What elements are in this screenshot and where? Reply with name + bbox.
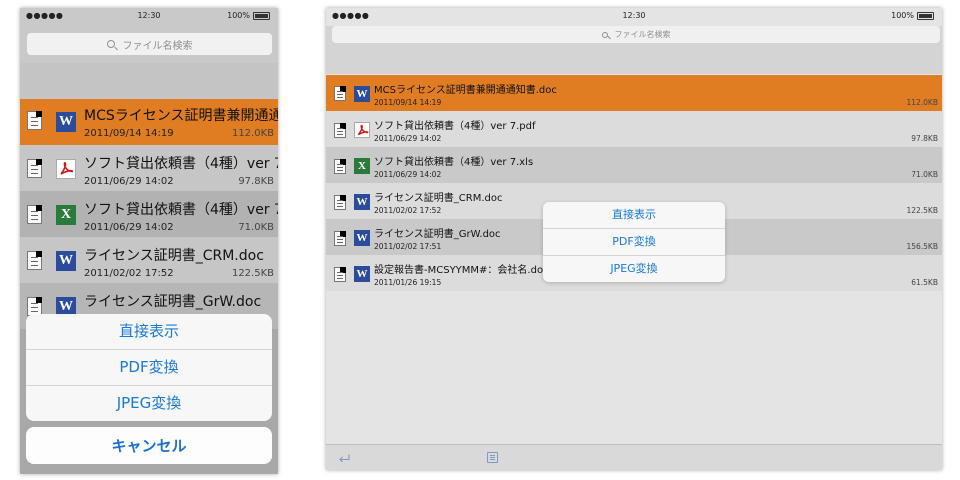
file-size: 97.8KB (911, 134, 938, 143)
battery-percent: 100% (891, 11, 914, 20)
file-date: 2011/02/02 17:52 (374, 206, 442, 215)
file-name: ライセンス証明書_GrW.doc (84, 294, 262, 310)
tablet-screen: ●●●●● 12:30 100% ファイル名検索 W MCSライセンス証明書兼開… (326, 8, 942, 470)
file-name: ソフト貸出依頼書（4種）ver 7.xls (374, 157, 534, 168)
battery-icon (917, 11, 934, 20)
file-size: 122.5KB (231, 268, 274, 279)
direct-view-button[interactable]: 直接表示 (26, 314, 272, 349)
file-date: 2011/06/29 14:02 (84, 222, 174, 233)
list-view-icon[interactable] (487, 452, 498, 463)
file-date: 2011/06/29 14:02 (374, 134, 442, 143)
pdf-file-icon (56, 159, 76, 179)
excel-file-icon: X (56, 205, 76, 225)
word-file-icon: W (354, 86, 370, 102)
file-name: MCSライセンス証明書兼開通通 (84, 108, 278, 124)
file-name: ソフト貸出依頼書（4種）ver 7.: (84, 202, 278, 218)
file-date: 2011/09/14 14:19 (84, 128, 174, 139)
list-item[interactable]: W MCSライセンス証明書兼開通通 2011/09/14 14:19 112.0… (20, 99, 278, 145)
file-name: 設定報告書-MCSYYMM#：会社名.doc (374, 265, 549, 276)
file-size: 97.8KB (238, 176, 274, 187)
file-size: 71.0KB (238, 222, 274, 233)
phone-status-bar: ●●●●● 12:30 100% (20, 8, 278, 26)
phone-screen: ●●●●● 12:30 100% ファイル名検索 W MCSライセンス証明書兼開… (20, 8, 278, 474)
file-date: 2011/02/02 17:52 (84, 268, 174, 279)
list-item[interactable]: W MCSライセンス証明書兼開通通知書.doc 2011/09/14 14:19… (326, 75, 942, 111)
pdf-file-icon (354, 122, 370, 138)
battery-icon (253, 11, 270, 20)
status-time: 12:30 (622, 11, 646, 20)
document-icon (334, 267, 346, 282)
back-arrow-icon[interactable] (338, 453, 350, 462)
file-name: ライセンス証明書_CRM.doc (374, 193, 503, 204)
list-item[interactable]: ソフト貸出依頼書（4種）ver 7.p 2011/06/29 14:02 97.… (20, 145, 278, 191)
search-icon (106, 40, 115, 48)
tablet-list-background (326, 291, 942, 444)
list-item[interactable]: W ライセンス証明書_CRM.doc 2011/02/02 17:52 122.… (20, 237, 278, 283)
phone-search-input[interactable]: ファイル名検索 (27, 33, 272, 55)
search-placeholder: ファイル名検索 (122, 40, 193, 52)
file-date: 2011/09/14 14:19 (374, 98, 442, 107)
file-size: 61.5KB (911, 278, 938, 287)
excel-file-icon: X (354, 158, 370, 174)
file-size: 71.0KB (911, 170, 938, 179)
pdf-convert-button[interactable]: PDF変換 (26, 350, 272, 385)
pdf-convert-button[interactable]: PDF変換 (543, 229, 725, 255)
file-date: 2011/06/29 14:02 (374, 170, 442, 179)
word-file-icon: W (354, 194, 370, 210)
document-icon (334, 123, 346, 138)
word-file-icon: W (56, 112, 76, 132)
file-size: 112.0KB (231, 128, 274, 139)
list-item[interactable]: X ソフト貸出依頼書（4種）ver 7.xls 2011/06/29 14:02… (326, 147, 942, 183)
bottom-toolbar (326, 444, 942, 470)
file-name: ソフト貸出依頼書（4種）ver 7.p (84, 156, 278, 172)
file-size: 112.0KB (906, 98, 938, 107)
file-size: 156.5KB (906, 242, 938, 251)
list-item[interactable]: ソフト貸出依頼書（4種）ver 7.pdf 2011/06/29 14:02 9… (326, 111, 942, 147)
phone-list-header (20, 63, 278, 99)
file-size: 122.5KB (906, 206, 938, 215)
battery-indicator: 100% (891, 11, 934, 20)
cancel-button[interactable]: キャンセル (26, 427, 272, 464)
battery-percent: 100% (227, 11, 250, 20)
action-sheet: 直接表示 PDF変換 JPEG変換 (26, 314, 272, 421)
battery-indicator: 100% (227, 11, 270, 20)
file-name: ソフト貸出依頼書（4種）ver 7.pdf (374, 121, 536, 132)
tablet-search-input[interactable]: ファイル名検索 (332, 26, 940, 43)
tablet-status-bar: ●●●●● 12:30 100% (326, 8, 942, 26)
direct-view-button[interactable]: 直接表示 (543, 202, 725, 228)
file-name: ライセンス証明書_GrW.doc (374, 229, 501, 240)
word-file-icon: W (56, 251, 76, 271)
search-placeholder: ファイル名検索 (614, 30, 671, 39)
file-name: MCSライセンス証明書兼開通通知書.doc (374, 85, 557, 96)
file-name: ライセンス証明書_CRM.doc (84, 248, 264, 264)
document-icon (27, 111, 42, 130)
document-icon (27, 251, 42, 270)
file-date: 2011/01/26 19:15 (374, 278, 442, 287)
word-file-icon: W (354, 266, 370, 282)
word-file-icon: W (354, 230, 370, 246)
action-popover: 直接表示 PDF変換 JPEG変換 (543, 202, 725, 282)
document-icon (334, 231, 346, 246)
document-icon (334, 159, 346, 174)
file-date: 2011/06/29 14:02 (84, 176, 174, 187)
list-item[interactable]: X ソフト貸出依頼書（4種）ver 7.: 2011/06/29 14:02 7… (20, 191, 278, 237)
file-date: 2011/02/02 17:51 (374, 242, 442, 251)
document-icon (334, 195, 346, 210)
document-icon (334, 86, 346, 101)
document-icon (27, 159, 42, 178)
jpeg-convert-button[interactable]: JPEG変換 (26, 386, 272, 421)
document-icon (27, 205, 42, 224)
jpeg-convert-button[interactable]: JPEG変換 (543, 256, 725, 282)
search-icon (601, 31, 608, 38)
